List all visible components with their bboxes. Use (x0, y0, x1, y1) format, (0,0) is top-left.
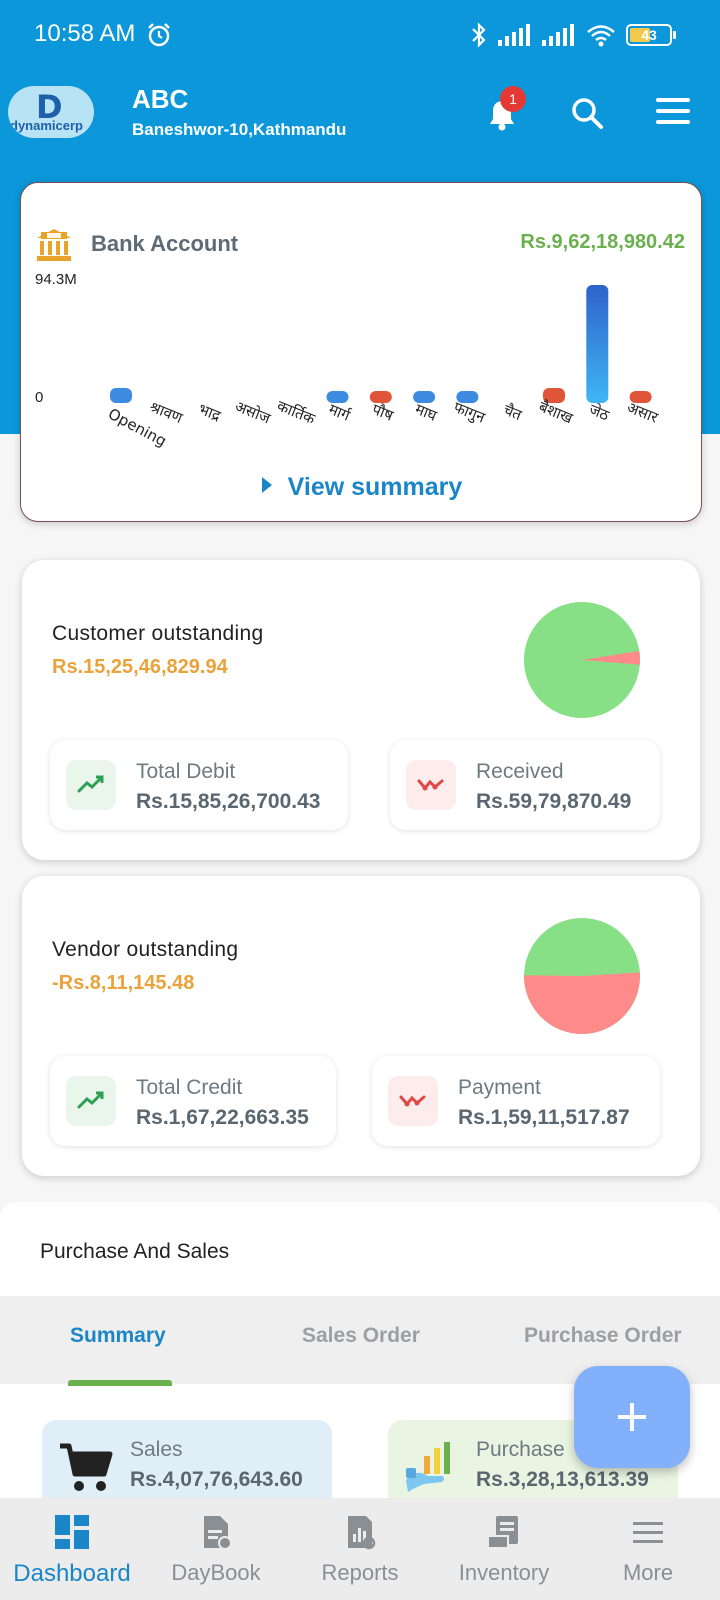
vendor-outstanding-card[interactable]: Vendor outstanding -Rs.8,11,145.48 Total… (22, 876, 700, 1176)
x-tick-label: असोज (232, 397, 273, 428)
logo-text: dynamicerp (10, 118, 83, 133)
total-debit-box[interactable]: Total Debit Rs.15,85,26,700.43 (50, 740, 348, 830)
x-tick-label: श्रावण (147, 398, 186, 428)
inventory-icon (487, 1516, 518, 1549)
menu-button[interactable] (656, 96, 692, 131)
company-logo[interactable]: D dynamicerp (8, 86, 94, 138)
battery-level: 43 (641, 27, 657, 43)
x-tick-label: जेठ (587, 400, 612, 424)
x-tick-label: असार (624, 398, 661, 427)
view-summary-button[interactable]: View summary (21, 473, 703, 502)
bottom-navigation: Dashboard DayBook Reports Inventory More (0, 1498, 720, 1600)
total-credit-value: Rs.1,67,22,663.35 (136, 1106, 309, 1129)
nav-more-label: More (622, 1560, 674, 1585)
customer-outstanding-pie (524, 602, 640, 718)
total-credit-box[interactable]: Total Credit Rs.1,67,22,663.35 (50, 1056, 336, 1146)
x-tick-label: भाद्र (196, 400, 224, 425)
total-debit-label: Total Debit (136, 760, 236, 783)
tab-purchase-order[interactable]: Purchase Order (524, 1324, 682, 1348)
status-bar: 10:58 AM 43 (0, 0, 720, 70)
dashboard-icon (55, 1515, 89, 1549)
y-tick-zero: 0 (35, 389, 43, 406)
cart-icon (60, 1443, 113, 1491)
x-tick-label: फागुन (451, 398, 489, 428)
payment-box[interactable]: Payment Rs.1,59,11,517.87 (372, 1056, 660, 1146)
total-debit-value: Rs.15,85,26,700.43 (136, 790, 321, 813)
trend-up-icon (66, 1076, 116, 1126)
hamburger-icon (656, 98, 690, 124)
nav-reports[interactable]: Reports (288, 1498, 432, 1600)
nav-inventory[interactable]: Inventory (432, 1498, 576, 1600)
bank-account-chart: 94.3M0Openingश्रावण भाद्र असोज कार्तिक मार्ग… (35, 271, 661, 450)
tab-indicator (68, 1380, 172, 1386)
company-address: Baneshwor-10,Kathmandu (132, 120, 347, 139)
daybook-icon (204, 1516, 232, 1550)
y-tick-max: 94.3M (35, 271, 77, 288)
payment-label: Payment (458, 1076, 541, 1099)
caret-right-icon (261, 477, 272, 493)
view-summary-label: View summary (287, 473, 463, 501)
reports-icon (348, 1516, 376, 1550)
x-tick-label: चैत (501, 401, 525, 425)
sales-box[interactable]: Sales Rs.4,07,76,643.60 (42, 1420, 332, 1510)
received-label: Received (476, 760, 564, 783)
nav-dashboard[interactable]: Dashboard (0, 1498, 144, 1600)
purchase-icon (406, 1442, 450, 1492)
customer-outstanding-amount: Rs.15,25,46,829.94 (52, 656, 228, 678)
sales-label: Sales (130, 1438, 183, 1461)
sales-value: Rs.4,07,76,643.60 (130, 1468, 303, 1491)
pie-slice-red (524, 972, 640, 1034)
signal-icon-2 (542, 24, 574, 46)
status-time: 10:58 AM (34, 20, 136, 47)
bank-icon (35, 227, 73, 268)
received-box[interactable]: Received Rs.59,79,870.49 (390, 740, 660, 830)
customer-outstanding-title: Customer outstanding (52, 622, 264, 645)
company-name: ABC (132, 84, 189, 114)
more-icon (633, 1522, 663, 1543)
vendor-outstanding-amount: -Rs.8,11,145.48 (52, 972, 195, 994)
search-button[interactable] (568, 94, 608, 139)
customer-outstanding-card[interactable]: Customer outstanding Rs.15,25,46,829.94 … (22, 560, 700, 860)
nav-daybook-label: DayBook (171, 1560, 261, 1585)
payment-value: Rs.1,59,11,517.87 (458, 1106, 630, 1129)
trend-down-icon (388, 1076, 438, 1126)
search-icon (572, 98, 603, 129)
bank-account-amount: Rs.9,62,18,980.42 (520, 231, 685, 253)
trend-down-icon (406, 760, 456, 810)
battery-icon: 43 (626, 24, 676, 46)
add-fab-button[interactable] (574, 1366, 690, 1468)
alarm-icon (146, 22, 172, 53)
trend-up-icon (66, 760, 116, 810)
tab-summary[interactable]: Summary (70, 1324, 166, 1348)
nav-dashboard-label: Dashboard (13, 1560, 131, 1587)
total-credit-label: Total Credit (136, 1076, 243, 1099)
x-tick-label: मार्ग (326, 400, 353, 425)
x-tick-label: कार्तिक (274, 397, 318, 429)
purchase-sales-title: Purchase And Sales (40, 1240, 230, 1263)
nav-more[interactable]: More (576, 1498, 720, 1600)
chart-bar (110, 388, 132, 403)
tab-sales-order[interactable]: Sales Order (302, 1324, 420, 1348)
vendor-outstanding-pie (524, 918, 640, 1034)
x-tick-label: माघ (413, 400, 441, 425)
notification-badge: 1 (500, 86, 526, 112)
wifi-icon (587, 25, 615, 47)
bluetooth-icon (472, 22, 486, 48)
purchase-label: Purchase (476, 1438, 565, 1461)
nav-reports-label: Reports (321, 1560, 399, 1585)
plus-icon-vertical (630, 1403, 634, 1431)
x-tick-label: पौष (370, 400, 397, 425)
purchase-value: Rs.3,28,13,613.39 (476, 1468, 649, 1491)
nav-daybook[interactable]: DayBook (144, 1498, 288, 1600)
nav-inventory-label: Inventory (458, 1560, 550, 1585)
signal-icon (498, 24, 530, 46)
system-icons: 43 (470, 22, 676, 48)
x-tick-label: बैशाख (536, 397, 576, 427)
chart-bar (586, 285, 609, 403)
vendor-outstanding-title: Vendor outstanding (52, 938, 239, 961)
received-value: Rs.59,79,870.49 (476, 790, 632, 813)
bank-account-title: Bank Account (91, 231, 239, 256)
bank-account-card: Bank Account Rs.9,62,18,980.42 94.3M 0 Ope… (20, 182, 702, 522)
app-bar: D dynamicerp ABC Baneshwor-10,Kathmandu … (0, 80, 720, 170)
